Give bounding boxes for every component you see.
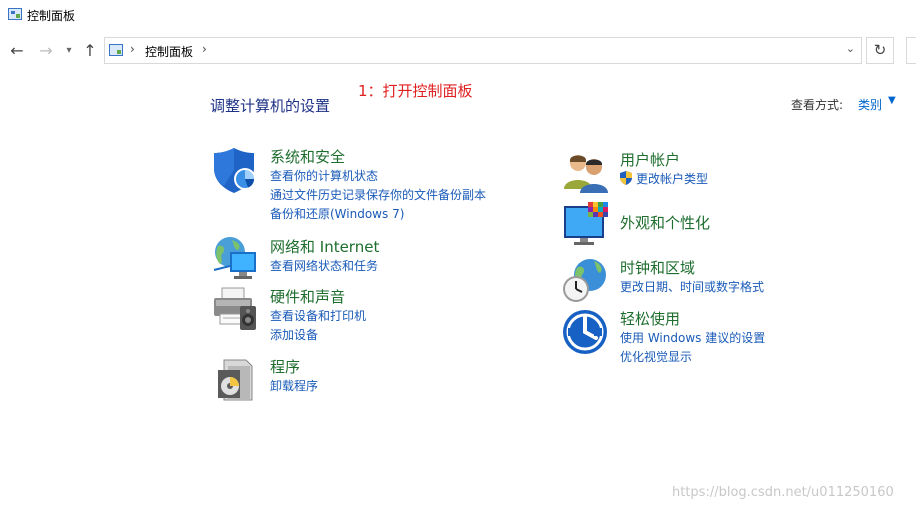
control-panel-icon [8, 8, 22, 20]
clock-globe-icon[interactable] [562, 257, 610, 305]
link-change-account-type[interactable]: 更改帐户类型 [620, 170, 708, 187]
chevron-down-icon: ⌄ [845, 42, 855, 55]
link-backup-restore[interactable]: 备份和还原(Windows 7) [270, 205, 404, 222]
breadcrumb-separator[interactable]: › [202, 42, 207, 56]
back-button[interactable]: ← [7, 40, 27, 62]
link-change-date-time-format[interactable]: 更改日期、时间或数字格式 [620, 278, 764, 295]
category-title[interactable]: 用户帐户 [620, 149, 680, 170]
up-arrow-icon: ↑ [83, 41, 97, 60]
uac-shield-icon [620, 171, 632, 185]
link-optimize-visual-display[interactable]: 优化视觉显示 [620, 348, 692, 365]
refresh-button[interactable]: ↻ [866, 37, 894, 64]
link-devices-printers[interactable]: 查看设备和打印机 [270, 307, 366, 324]
annotation-text: 1：打开控制面板 [358, 82, 473, 100]
category-title[interactable]: 网络和 Internet [270, 236, 379, 257]
watermark: https://blog.csdn.net/u011250160 [672, 485, 894, 500]
breadcrumb-separator[interactable]: › [130, 42, 135, 56]
category-title[interactable]: 外观和个性化 [620, 212, 710, 233]
title-bar: 控制面板 [0, 0, 916, 32]
users-icon[interactable] [562, 149, 610, 197]
link-view-computer-status[interactable]: 查看你的计算机状态 [270, 167, 378, 184]
link-uninstall-program[interactable]: 卸载程序 [270, 377, 318, 394]
link-file-history[interactable]: 通过文件历史记录保存你的文件备份副本 [270, 186, 486, 203]
ease-of-access-icon[interactable] [562, 308, 610, 356]
address-bar[interactable]: › 控制面板 › ⌄ [104, 37, 862, 64]
breadcrumb-control-panel[interactable]: 控制面板 [145, 43, 193, 60]
printer-icon[interactable] [212, 286, 260, 334]
shield-icon[interactable] [212, 146, 260, 194]
control-panel-icon [109, 44, 123, 56]
chevron-down-icon[interactable]: ▼ [888, 95, 896, 106]
address-dropdown-button[interactable]: ⌄ [846, 42, 855, 55]
up-button[interactable]: ↑ [80, 40, 100, 62]
category-title[interactable]: 轻松使用 [620, 308, 680, 329]
view-by-label: 查看方式: [791, 98, 844, 112]
category-title[interactable]: 硬件和声音 [270, 286, 345, 307]
recent-locations-button[interactable]: ▾ [61, 40, 77, 62]
link-change-account-type-label: 更改帐户类型 [636, 172, 709, 186]
link-add-device[interactable]: 添加设备 [270, 326, 318, 343]
link-network-status[interactable]: 查看网络状态和任务 [270, 257, 378, 274]
category-title[interactable]: 程序 [270, 356, 300, 377]
appearance-icon[interactable] [562, 200, 610, 248]
search-input[interactable] [906, 37, 916, 64]
category-title[interactable]: 系统和安全 [270, 146, 345, 167]
forward-arrow-icon: → [39, 41, 53, 60]
forward-button[interactable]: → [36, 40, 56, 62]
view-by-dropdown[interactable]: 类别 [858, 96, 882, 113]
programs-icon[interactable] [212, 356, 260, 404]
refresh-icon: ↻ [873, 41, 887, 59]
network-globe-icon[interactable] [212, 236, 260, 284]
chevron-down-icon: ▾ [66, 45, 72, 56]
category-title[interactable]: 时钟和区域 [620, 257, 695, 278]
back-arrow-icon: ← [10, 41, 24, 60]
page-title: 调整计算机的设置 [210, 97, 331, 115]
link-windows-recommended-settings[interactable]: 使用 Windows 建议的设置 [620, 329, 765, 346]
window-title: 控制面板 [27, 9, 76, 23]
